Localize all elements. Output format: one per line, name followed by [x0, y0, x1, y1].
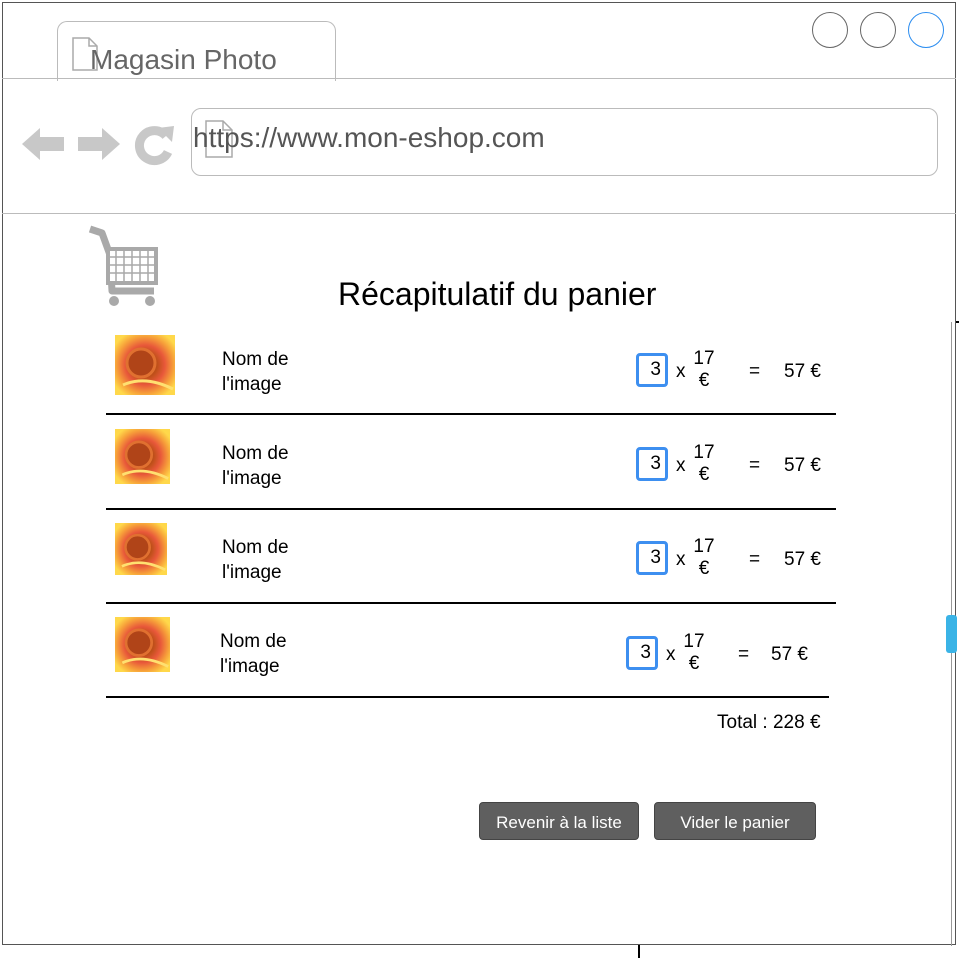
- unit-price: 17 €: [693, 536, 715, 579]
- quantity-input[interactable]: 3: [636, 353, 668, 387]
- back-arrow-icon[interactable]: [20, 124, 66, 164]
- line-total: 57 €: [784, 549, 821, 570]
- times-sign: x: [666, 644, 676, 665]
- navbar-divider: [2, 213, 956, 214]
- forward-arrow-icon[interactable]: [76, 124, 122, 164]
- item-name: Nom de l'image: [220, 631, 287, 677]
- equals-sign: =: [738, 644, 750, 665]
- quantity-input[interactable]: 3: [636, 541, 668, 575]
- scrollbar-thumb[interactable]: [946, 615, 957, 653]
- item-name: Nom de l'image: [222, 537, 289, 583]
- equals-sign: =: [749, 549, 761, 570]
- image-thumbnail: [115, 523, 167, 575]
- times-sign: x: [676, 455, 686, 476]
- quantity-input[interactable]: 3: [636, 447, 668, 481]
- line-total: 57 €: [771, 644, 808, 665]
- times-sign: x: [676, 361, 686, 382]
- window-maximize-button[interactable]: [860, 12, 896, 48]
- item-name: Nom de l'image: [222, 349, 289, 395]
- row-separator: [106, 696, 829, 698]
- frame-tick: [638, 945, 640, 958]
- page-title: Récapitulatif du panier: [338, 276, 657, 312]
- equals-sign: =: [749, 455, 761, 476]
- unit-price: 17 €: [693, 348, 715, 391]
- reload-icon[interactable]: [132, 122, 178, 166]
- tabbar-divider: [2, 78, 956, 79]
- times-sign: x: [676, 549, 686, 570]
- window-minimize-button[interactable]: [812, 12, 848, 48]
- line-total: 57 €: [784, 455, 821, 476]
- tab-title: Magasin Photo: [90, 44, 277, 75]
- window-close-button[interactable]: [908, 12, 944, 48]
- item-name: Nom de l'image: [222, 443, 289, 489]
- empty-cart-button[interactable]: Vider le panier: [654, 802, 816, 840]
- quantity-input[interactable]: 3: [626, 636, 658, 670]
- cart-total: Total : 228 €: [717, 712, 821, 733]
- image-thumbnail: [115, 429, 170, 484]
- row-separator: [106, 508, 836, 510]
- image-thumbnail: [115, 335, 175, 395]
- row-separator: [106, 602, 836, 604]
- back-to-list-button[interactable]: Revenir à la liste: [479, 802, 639, 840]
- row-separator: [106, 413, 836, 415]
- unit-price: 17 €: [683, 631, 705, 674]
- equals-sign: =: [749, 361, 761, 382]
- image-thumbnail: [115, 617, 170, 672]
- url-text[interactable]: https://www.mon-eshop.com: [193, 120, 545, 156]
- line-total: 57 €: [784, 361, 821, 382]
- cart-icon: [88, 225, 158, 306]
- unit-price: 17 €: [693, 442, 715, 485]
